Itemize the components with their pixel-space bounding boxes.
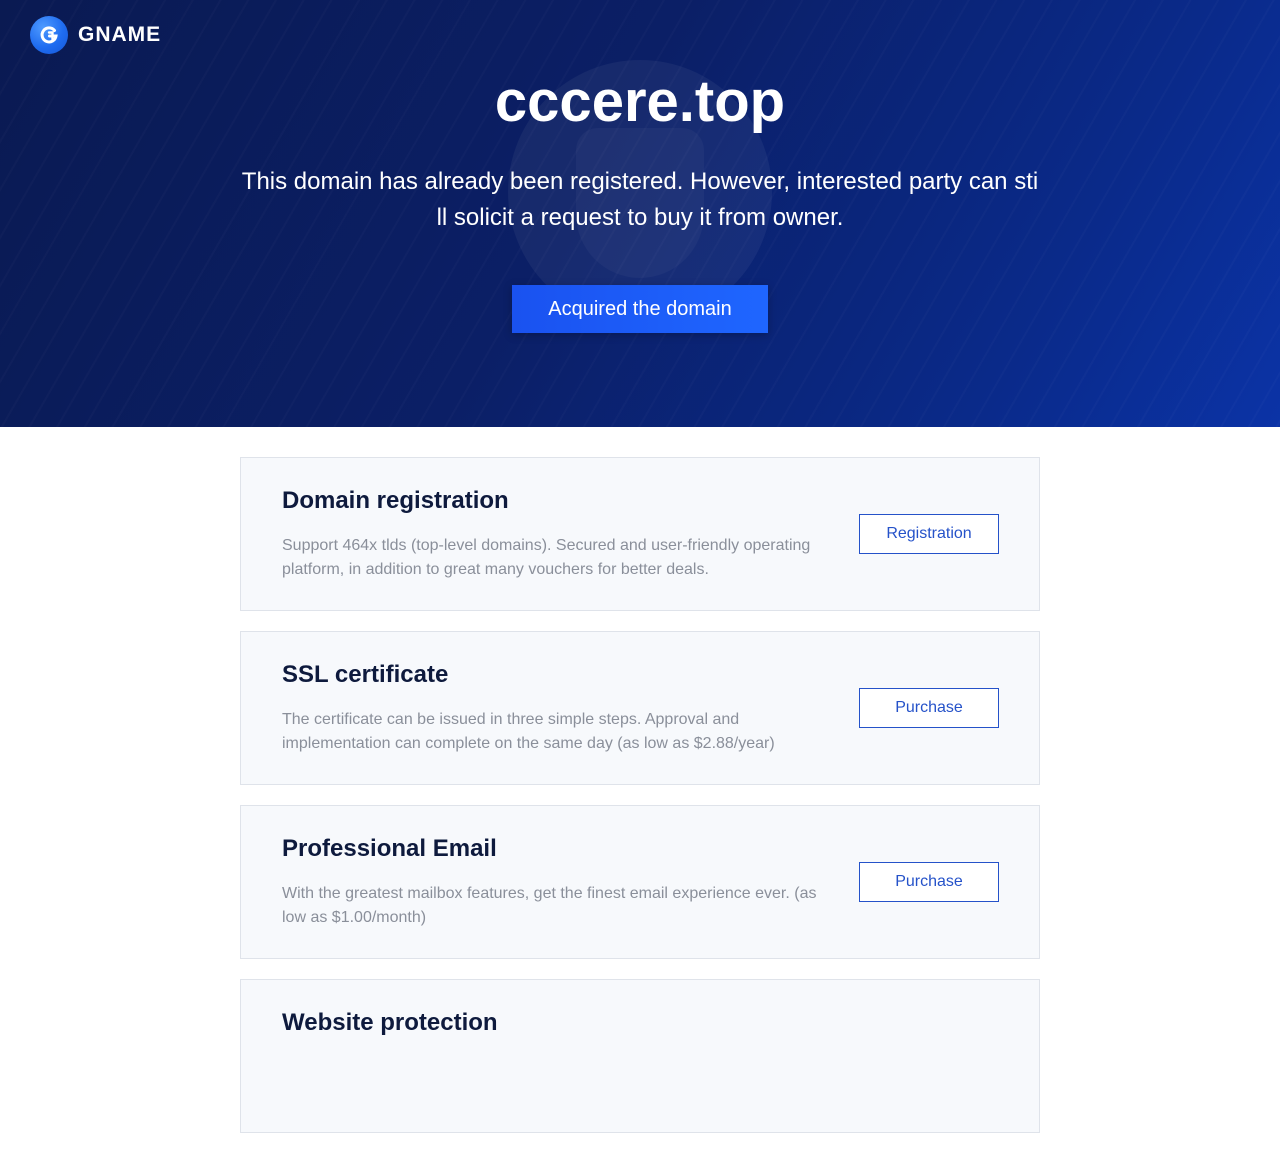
service-card-professional-email: Professional Email With the greatest mai… xyxy=(240,805,1040,959)
service-card-website-protection: Website protection xyxy=(240,979,1040,1133)
logo[interactable]: GNAME xyxy=(30,16,161,54)
card-title: Domain registration xyxy=(282,487,509,514)
domain-status-description: This domain has already been registered.… xyxy=(241,168,1039,231)
domain-title: cccere.top xyxy=(494,69,786,134)
acquire-domain-button[interactable]: Acquired the domain xyxy=(512,285,768,333)
hero-banner: GNAME cccere.top This domain has already… xyxy=(0,0,1280,427)
service-card-ssl-certificate: SSL certificate The certificate can be i… xyxy=(240,631,1040,785)
ssl-purchase-button[interactable]: Purchase xyxy=(859,688,999,728)
card-description: With the greatest mailbox features, get … xyxy=(282,885,817,926)
email-purchase-button[interactable]: Purchase xyxy=(859,862,999,902)
card-description: Support 464x tlds (top-level domains). S… xyxy=(282,537,811,578)
card-title: Website protection xyxy=(282,1009,498,1036)
registration-button[interactable]: Registration xyxy=(859,514,999,554)
card-title: SSL certificate xyxy=(282,661,449,688)
services-list: Domain registration Support 464x tlds (t… xyxy=(240,457,1040,1153)
gname-logo-icon xyxy=(30,16,68,54)
card-description: The certificate can be issued in three s… xyxy=(282,711,775,752)
service-card-domain-registration: Domain registration Support 464x tlds (t… xyxy=(240,457,1040,611)
card-title: Professional Email xyxy=(282,835,497,862)
logo-text: GNAME xyxy=(78,23,162,46)
